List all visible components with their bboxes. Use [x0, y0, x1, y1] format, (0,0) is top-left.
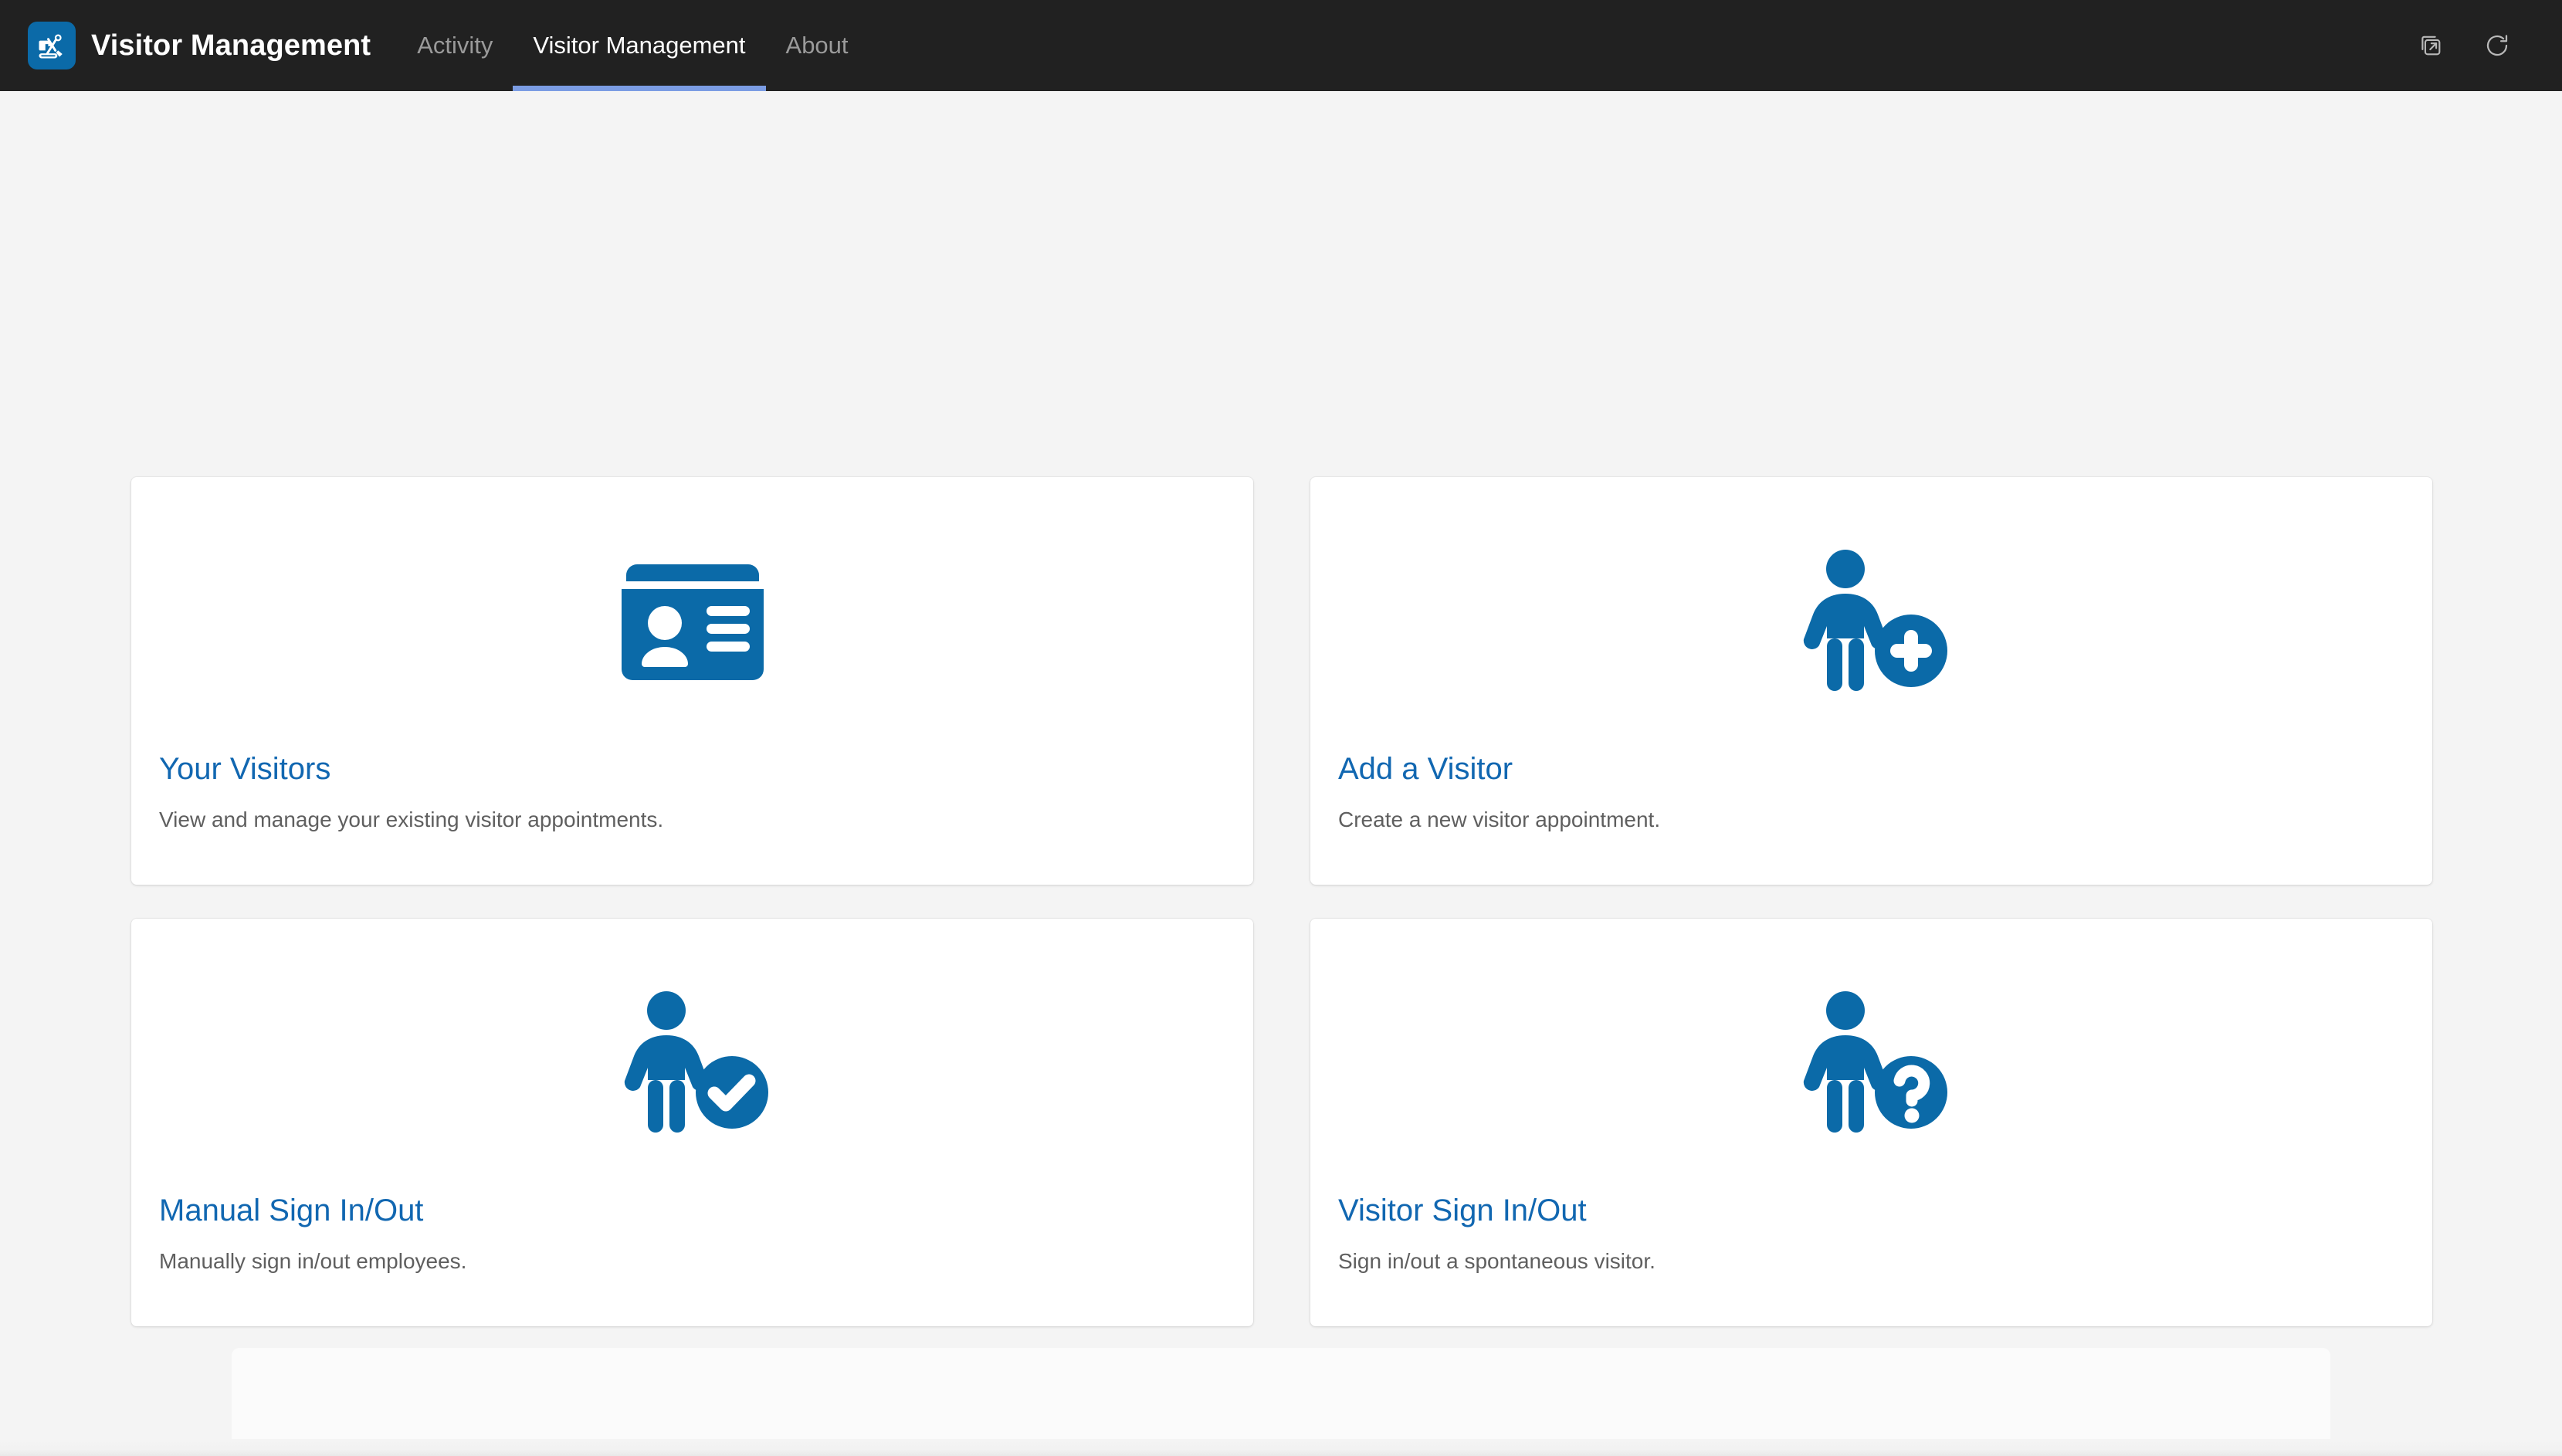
- person-add-icon: [1792, 549, 1950, 699]
- open-in-new-window-icon[interactable]: [2411, 25, 2451, 66]
- card-icon-area: [1338, 508, 2404, 740]
- card-description: Create a new visitor appointment.: [1338, 808, 1661, 831]
- card-title: Your Visitors: [159, 752, 331, 786]
- card-your-visitors[interactable]: Your Visitors View and manage your exist…: [131, 477, 1253, 885]
- person-check-icon: [613, 990, 771, 1141]
- card-title: Add a Visitor: [1338, 752, 1513, 786]
- brand-title: Visitor Management: [91, 29, 371, 62]
- card-icon-area: [159, 950, 1225, 1181]
- card-visitor-sign-in-out[interactable]: Visitor Sign In/Out Sign in/out a sponta…: [1310, 919, 2432, 1326]
- card-add-a-visitor[interactable]: Add a Visitor Create a new visitor appoi…: [1310, 477, 2432, 885]
- card-title: Manual Sign In/Out: [159, 1194, 424, 1227]
- excavator-tools-logo-icon: [28, 22, 76, 69]
- person-question-icon: [1792, 990, 1950, 1141]
- id-card-icon: [615, 558, 770, 689]
- nav-actions: [2411, 25, 2534, 66]
- card-title: Visitor Sign In/Out: [1338, 1194, 1587, 1227]
- card-description: Sign in/out a spontaneous visitor.: [1338, 1249, 1655, 1273]
- nav-item-activity[interactable]: Activity: [397, 0, 513, 91]
- top-navigation-bar: Visitor Management Activity Visitor Mana…: [0, 0, 2562, 91]
- brand[interactable]: Visitor Management: [28, 0, 371, 91]
- main-nav: Activity Visitor Management About: [397, 0, 868, 91]
- card-icon-area: [1338, 950, 2404, 1181]
- card-grid: Your Visitors View and manage your exist…: [131, 477, 2432, 1326]
- card-description: View and manage your existing visitor ap…: [159, 808, 664, 831]
- refresh-icon[interactable]: [2477, 25, 2517, 66]
- card-manual-sign-in-out[interactable]: Manual Sign In/Out Manually sign in/out …: [131, 919, 1253, 1326]
- card-description: Manually sign in/out employees.: [159, 1249, 467, 1273]
- card-icon-area: [159, 508, 1225, 740]
- nav-item-visitor-management[interactable]: Visitor Management: [513, 0, 766, 91]
- cards-container: Your Visitors View and manage your exist…: [131, 477, 2432, 1326]
- nav-item-about[interactable]: About: [766, 0, 869, 91]
- page-body: Your Visitors View and manage your exist…: [0, 91, 2562, 1456]
- window-bottom-edge: [0, 1439, 2562, 1456]
